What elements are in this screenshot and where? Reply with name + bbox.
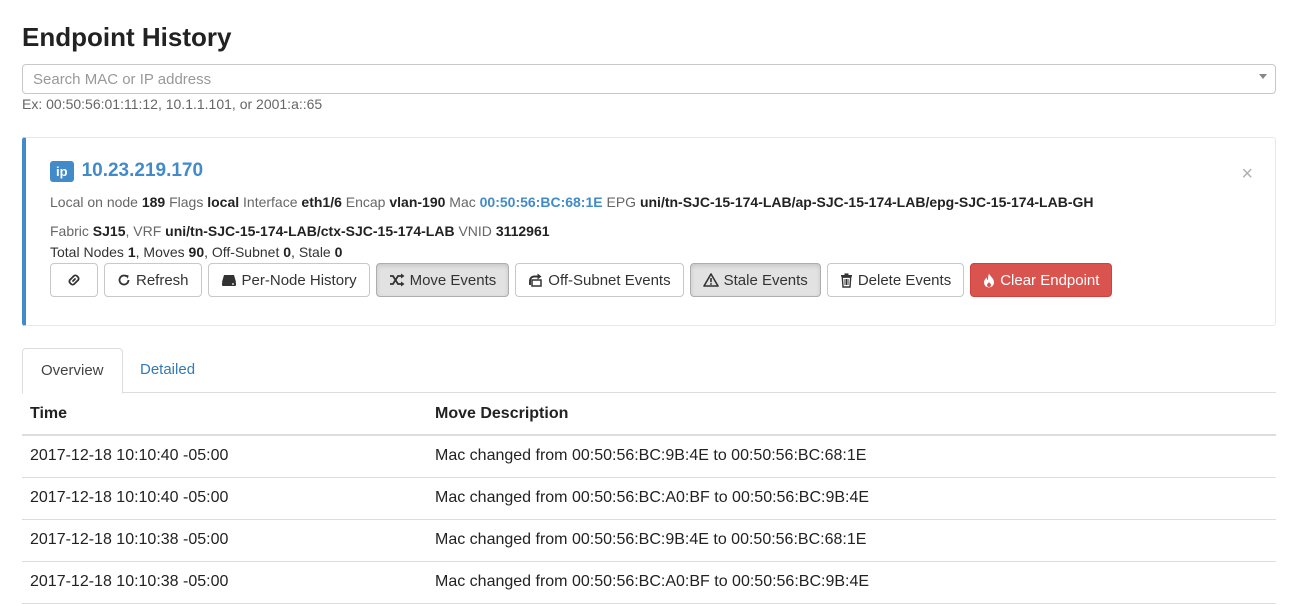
- offsubnet-label: Off-Subnet: [211, 244, 280, 260]
- node-value: 189: [141, 194, 166, 210]
- row-time: 2017-12-18 10:10:38 -05:00: [22, 561, 427, 604]
- move-events-label: Move Events: [409, 271, 497, 289]
- offsubnet-value: 0: [283, 244, 292, 260]
- search-hint: Ex: 00:50:56:01:11:12, 10.1.1.101, or 20…: [22, 96, 323, 112]
- table-header-row: Time Move Description: [22, 393, 1276, 436]
- refresh-label: Refresh: [136, 271, 189, 289]
- tab-detailed[interactable]: Detailed: [122, 348, 213, 393]
- refresh-button[interactable]: Refresh: [104, 263, 202, 297]
- address-type-badge: ip: [50, 160, 74, 182]
- stale-label: Stale: [298, 244, 331, 260]
- moves-value: 90: [188, 244, 205, 260]
- table-row: 2017-12-18 10:10:38 -05:00 Mac changed f…: [22, 519, 1276, 562]
- clear-endpoint-label: Clear Endpoint: [1000, 271, 1100, 289]
- epg-label: EPG: [606, 194, 637, 210]
- tab-overview[interactable]: Overview: [22, 348, 123, 394]
- stale-events-label: Stale Events: [723, 271, 808, 289]
- page-title: Endpoint History: [22, 22, 232, 52]
- total-nodes-value: 1: [127, 244, 136, 260]
- endpoint-action-toolbar: Refresh Per-Node History Move Events Off…: [50, 263, 1113, 297]
- delete-events-button[interactable]: Delete Events: [826, 263, 965, 297]
- fabric-label: Fabric: [50, 223, 89, 239]
- per-node-history-label: Per-Node History: [241, 271, 357, 289]
- local-label: Local on node: [50, 194, 138, 210]
- link-icon: [67, 273, 81, 287]
- refresh-icon: [117, 273, 131, 287]
- interface-label: Interface: [243, 194, 298, 210]
- history-tabs: Overview Detailed: [22, 348, 1276, 394]
- mac-label: Mac: [449, 194, 476, 210]
- column-header-description[interactable]: Move Description: [427, 393, 1276, 436]
- search-input[interactable]: Search MAC or IP address: [22, 64, 1276, 94]
- off-subnet-events-label: Off-Subnet Events: [548, 271, 671, 289]
- encap-label: Encap: [345, 194, 386, 210]
- stale-value: 0: [334, 244, 343, 260]
- delete-events-label: Delete Events: [857, 271, 952, 289]
- row-time: 2017-12-18 10:10:40 -05:00: [22, 477, 427, 520]
- hdd-icon: [221, 273, 237, 287]
- per-node-history-button[interactable]: Per-Node History: [207, 263, 370, 297]
- row-description: Mac changed from 00:50:56:BC:A0:BF to 00…: [427, 477, 1276, 520]
- row-time: 2017-12-18 10:10:38 -05:00: [22, 519, 427, 562]
- table-row: 2017-12-18 10:10:38 -05:00 Mac changed f…: [22, 561, 1276, 604]
- flags-value: local: [207, 194, 240, 210]
- endpoint-header: ip 10.23.219.170: [50, 160, 203, 182]
- fire-icon: [983, 273, 995, 288]
- share-icon: [528, 273, 543, 287]
- flags-label: Flags: [169, 194, 204, 210]
- encap-value: vlan-190: [389, 194, 446, 210]
- trash-icon: [840, 272, 853, 288]
- random-icon: [389, 273, 405, 287]
- column-header-time[interactable]: Time: [22, 393, 427, 436]
- endpoint-panel: ip 10.23.219.170 × Local on node 189 Fla…: [22, 137, 1276, 326]
- fabric-value: SJ15: [92, 223, 126, 239]
- copy-link-button[interactable]: [50, 263, 98, 297]
- stale-events-button[interactable]: Stale Events: [689, 263, 821, 297]
- interface-value: eth1/6: [301, 194, 342, 210]
- moves-label: Moves: [143, 244, 185, 260]
- warning-icon: [702, 273, 719, 287]
- vnid-value: 3112961: [495, 223, 550, 239]
- endpoint-history-page: Endpoint History Search MAC or IP addres…: [0, 0, 1300, 605]
- row-description: Mac changed from 00:50:56:BC:A0:BF to 00…: [427, 561, 1276, 604]
- row-description: Mac changed from 00:50:56:BC:9B:4E to 00…: [427, 519, 1276, 562]
- move-events-table: Time Move Description 2017-12-18 10:10:4…: [22, 393, 1276, 604]
- off-subnet-events-button[interactable]: Off-Subnet Events: [515, 263, 684, 297]
- close-icon[interactable]: ×: [1241, 163, 1253, 186]
- row-time: 2017-12-18 10:10:40 -05:00: [22, 435, 427, 478]
- move-events-button[interactable]: Move Events: [375, 263, 510, 297]
- endpoint-detail-line-2: Fabric SJ15, VRF uni/tn-SJC-15-174-LAB/c…: [50, 223, 550, 239]
- chevron-down-icon[interactable]: [1259, 74, 1267, 79]
- total-nodes-label: Total Nodes: [50, 244, 124, 260]
- row-description: Mac changed from 00:50:56:BC:9B:4E to 00…: [427, 435, 1276, 478]
- table-row: 2017-12-18 10:10:40 -05:00 Mac changed f…: [22, 477, 1276, 520]
- endpoint-address: 10.23.219.170: [81, 160, 204, 181]
- search-placeholder: Search MAC or IP address: [33, 71, 212, 88]
- endpoint-stats-line: Total Nodes 1, Moves 90, Off-Subnet 0, S…: [50, 244, 343, 260]
- table-row: 2017-12-18 10:10:40 -05:00 Mac changed f…: [22, 435, 1276, 478]
- vnid-label: VNID: [458, 223, 492, 239]
- clear-endpoint-button[interactable]: Clear Endpoint: [970, 263, 1113, 297]
- epg-value: uni/tn-SJC-15-174-LAB/ap-SJC-15-174-LAB/…: [639, 194, 1094, 210]
- vrf-label: VRF: [133, 223, 162, 239]
- endpoint-detail-line-1: Local on node 189 Flags local Interface …: [50, 194, 1093, 210]
- mac-link[interactable]: 00:50:56:BC:68:1E: [480, 194, 603, 210]
- vrf-value: uni/tn-SJC-15-174-LAB/ctx-SJC-15-174-LAB: [165, 223, 455, 239]
